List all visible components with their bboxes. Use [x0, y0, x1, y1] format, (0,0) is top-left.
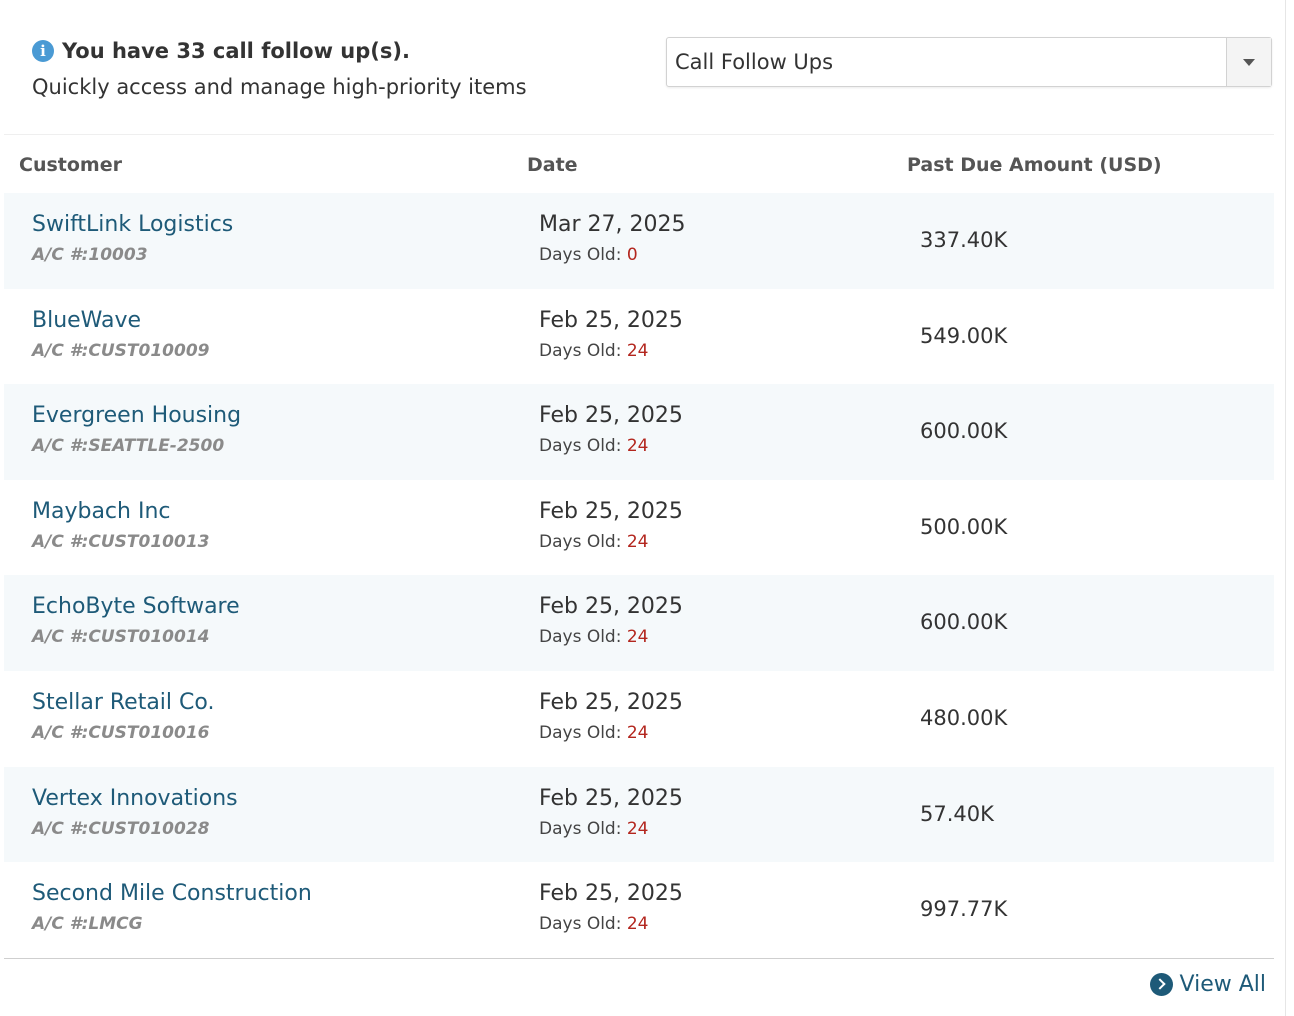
follow-up-date: Feb 25, 2025 [539, 689, 683, 715]
past-due-amount: 600.00K [920, 419, 1008, 444]
days-old-value: 24 [626, 531, 649, 552]
days-old: Days Old: 24 [539, 912, 649, 936]
days-old-value: 0 [626, 245, 638, 265]
follow-up-date: Feb 25, 2025 [539, 785, 683, 811]
days-old: Days Old: 0 [539, 243, 638, 267]
account-number: A/C #:CUST010014 [32, 627, 210, 648]
days-old: Days Old: 24 [539, 434, 649, 458]
column-header-past-due-amount[interactable]: Past Due Amount (USD) [907, 135, 1162, 193]
account-number: A/C #:CUST010009 [32, 340, 210, 361]
chevron-circle-right-icon [1149, 972, 1173, 996]
days-old-value: 24 [626, 436, 649, 457]
caret-down-icon[interactable] [1226, 38, 1271, 86]
table-row[interactable]: Evergreen Housing A/C #:SEATTLE-2500 Feb 2… [4, 384, 1274, 480]
summary-subtitle: Quickly access and manage high-priority … [32, 75, 527, 99]
past-due-amount: 549.00K [920, 323, 1008, 348]
days-old: Days Old: 24 [539, 721, 649, 745]
summary-title: i You have 33 call follow up(s). [32, 36, 632, 66]
customer-name-link[interactable]: EchoByte Software [32, 592, 240, 622]
days-old: Days Old: 24 [539, 817, 649, 841]
days-old-label: Days Old: [539, 627, 627, 648]
table-header: Customer Date Past Due Amount (USD) [4, 135, 1274, 193]
table-row[interactable]: Second Mile Construction A/C #:LMCG Feb 25… [4, 862, 1274, 958]
follow-up-type-select[interactable]: Call Follow Ups [666, 37, 1272, 87]
follow-ups-table: Customer Date Past Due Amount (USD) Swif… [4, 134, 1274, 958]
table-row[interactable]: Maybach Inc A/C #:CUST010013 Feb 25, 2025 D… [4, 480, 1274, 576]
customer-name-link[interactable]: Evergreen Housing [32, 401, 241, 431]
follow-up-date: Feb 25, 2025 [539, 307, 683, 333]
days-old-value: 24 [626, 818, 649, 839]
table-body: SwiftLink Logistics A/C #:10003 Mar 27, 20… [4, 193, 1274, 958]
past-due-amount: 57.40K [920, 801, 994, 826]
column-header-customer[interactable]: Customer [19, 135, 122, 193]
customer-name-link[interactable]: Stellar Retail Co. [32, 688, 214, 718]
days-old-label: Days Old: [539, 722, 627, 743]
days-old-label: Days Old: [539, 245, 627, 265]
table-row[interactable]: BlueWave A/C #:CUST010009 Feb 25, 2025 Days… [4, 289, 1274, 385]
account-number: A/C #:LMCG [32, 914, 143, 935]
table-row[interactable]: Vertex Innovations A/C #:CUST010028 Feb 25… [4, 766, 1274, 863]
scrollbar-track [1285, 0, 1294, 1016]
follow-up-date: Feb 25, 2025 [539, 403, 683, 429]
days-old-value: 24 [626, 340, 649, 361]
follow-up-date: Feb 25, 2025 [539, 498, 683, 524]
customer-name-link[interactable]: Vertex Innovations [32, 784, 238, 814]
customer-name-link[interactable]: BlueWave [32, 306, 141, 336]
account-number: A/C #:SEATTLE-2500 [32, 436, 225, 457]
account-number: A/C #:CUST010028 [32, 818, 210, 839]
summary-text: You have 33 call follow up(s). [62, 39, 410, 63]
customer-name-link[interactable]: SwiftLink Logistics [32, 210, 233, 240]
view-all-link[interactable]: View All [1149, 968, 1266, 1000]
past-due-amount: 997.77K [920, 897, 1008, 922]
table-row[interactable]: SwiftLink Logistics A/C #:10003 Mar 27, 20… [4, 193, 1274, 289]
customer-name-link[interactable]: Maybach Inc [32, 497, 171, 527]
table-row[interactable]: Stellar Retail Co. A/C #:CUST010016 Feb 25… [4, 671, 1274, 767]
days-old-label: Days Old: [539, 818, 627, 839]
follow-up-date: Mar 27, 2025 [539, 212, 686, 237]
days-old-label: Days Old: [539, 436, 627, 457]
days-old-value: 24 [626, 914, 649, 935]
column-header-date[interactable]: Date [527, 135, 578, 193]
days-old: Days Old: 24 [539, 339, 649, 363]
days-old: Days Old: 24 [539, 530, 649, 554]
summary-header: i You have 33 call follow up(s). Quickly… [32, 36, 632, 102]
days-old: Days Old: 24 [539, 625, 649, 649]
days-old-label: Days Old: [539, 914, 627, 935]
customer-name-link[interactable]: Second Mile Construction [32, 879, 312, 909]
past-due-amount: 500.00K [920, 514, 1008, 539]
info-circle-icon: i [32, 40, 54, 62]
account-number: A/C #:10003 [32, 245, 148, 265]
table-row[interactable]: EchoByte Software A/C #:CUST010014 Feb 25,… [4, 575, 1274, 671]
days-old-label: Days Old: [539, 531, 627, 552]
past-due-amount: 600.00K [920, 610, 1008, 635]
past-due-amount: 337.40K [920, 228, 1008, 252]
account-number: A/C #:CUST010013 [32, 531, 210, 552]
account-number: A/C #:CUST010016 [32, 722, 210, 743]
select-value: Call Follow Ups [675, 50, 834, 74]
days-old-value: 24 [626, 722, 649, 743]
follow-up-date: Feb 25, 2025 [539, 594, 683, 620]
follow-up-date: Feb 25, 2025 [539, 881, 683, 907]
days-old-label: Days Old: [539, 340, 627, 361]
days-old-value: 24 [626, 627, 649, 648]
past-due-amount: 480.00K [920, 705, 1008, 730]
view-all-label: View All [1179, 971, 1266, 997]
table-divider [4, 958, 1274, 959]
